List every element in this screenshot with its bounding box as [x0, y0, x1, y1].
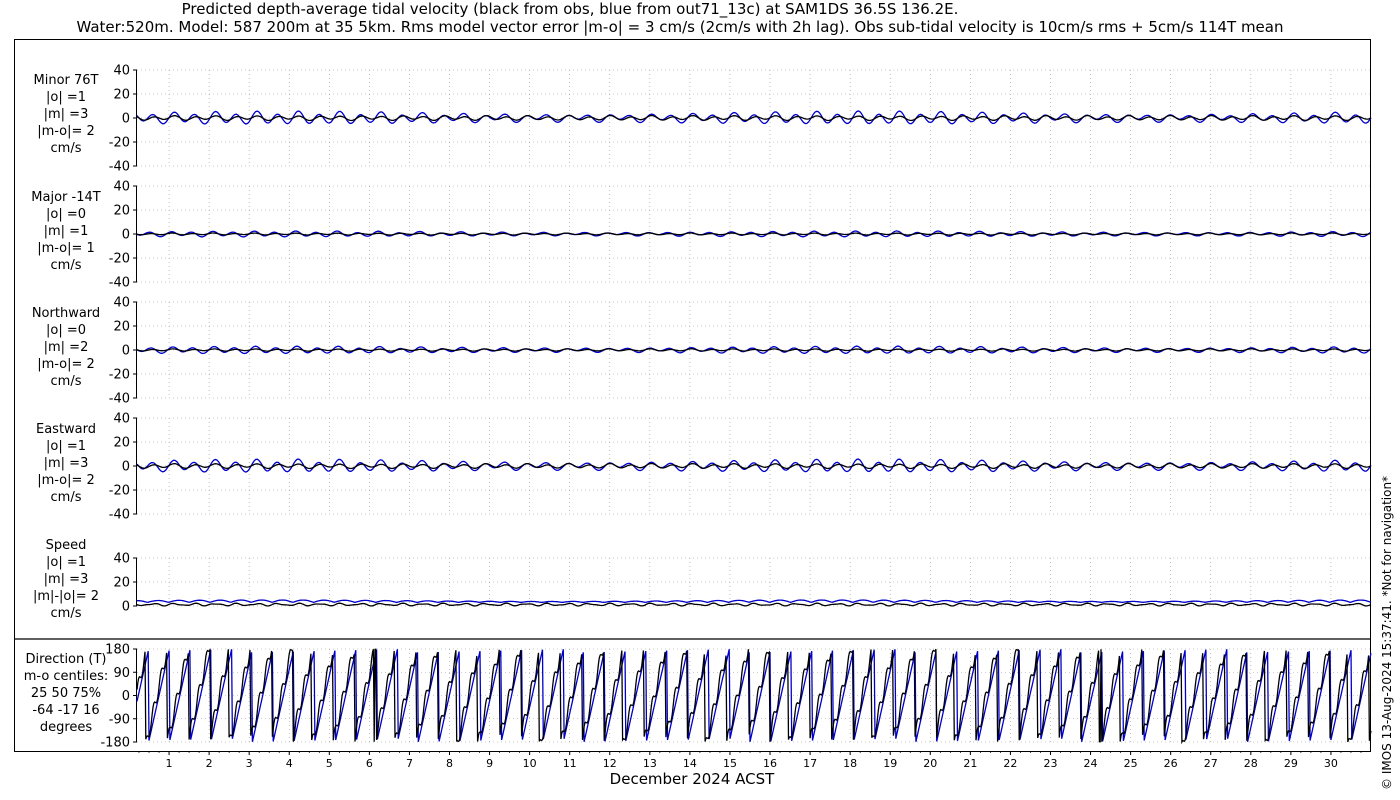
y-tick-label: 0 [122, 228, 130, 243]
panel-label-speed: cm/s [51, 606, 82, 621]
x-tick-label: 29 [1284, 757, 1298, 770]
x-tick-label: 22 [1003, 757, 1017, 770]
y-tick-label: 40 [113, 552, 130, 567]
panel-label-major: cm/s [51, 258, 82, 273]
y-tick-label: 0 [122, 344, 130, 359]
panel-label-direction: -64 -17 16 [32, 703, 99, 718]
x-tick-label: 4 [286, 757, 293, 770]
x-tick-label: 15 [723, 757, 737, 770]
y-tick-label: -20 [109, 252, 130, 267]
x-tick-label: 25 [1124, 757, 1138, 770]
series-model-speed [137, 599, 1372, 604]
panel-label-direction: Direction (T) [26, 652, 107, 667]
y-tick-label: 40 [113, 412, 130, 427]
y-tick-label: -20 [109, 368, 130, 383]
y-tick-label: 20 [113, 436, 130, 451]
y-tick-label: 90 [113, 666, 130, 681]
panel-label-east: cm/s [51, 490, 82, 505]
panel-label-minor: |o| =1 [46, 90, 86, 105]
y-tick-label: 20 [113, 320, 130, 335]
x-tick-label: 27 [1204, 757, 1218, 770]
panel-label-north: Northward [32, 306, 100, 321]
panel-label-north: |o| =0 [46, 323, 86, 338]
panel-label-direction: 25 50 75% [31, 686, 101, 701]
x-tick-label: 12 [603, 757, 617, 770]
x-tick-label: 30 [1324, 757, 1338, 770]
panel-label-direction: m-o centiles: [24, 669, 109, 684]
panel-label-speed: Speed [46, 538, 87, 553]
x-tick-label: 14 [683, 757, 697, 770]
x-tick-label: 13 [643, 757, 657, 770]
x-tick-label: 16 [763, 757, 777, 770]
y-tick-label: 0 [122, 600, 130, 615]
panel-label-north: |m| =2 [44, 340, 89, 355]
x-tick-label: 7 [406, 757, 413, 770]
y-tick-label: 40 [113, 64, 130, 79]
x-tick-label: 18 [843, 757, 857, 770]
panel-label-east: |m-o|= 2 [37, 473, 95, 488]
x-tick-label: 24 [1084, 757, 1098, 770]
panel-label-north: |m-o|= 2 [37, 357, 95, 372]
y-tick-label: -20 [109, 484, 130, 499]
panel-label-speed: |m| =3 [44, 572, 89, 587]
x-tick-label: 17 [803, 757, 817, 770]
y-tick-label: 180 [105, 643, 130, 658]
y-tick-label: -180 [100, 736, 130, 751]
chart-frame [14, 39, 1371, 752]
panel-label-minor: |m-o|= 2 [37, 124, 95, 139]
y-tick-label: 0 [122, 460, 130, 475]
x-tick-label: 11 [563, 757, 577, 770]
x-tick-label: 5 [326, 757, 333, 770]
panel-label-major: Major -14T [31, 190, 100, 205]
y-tick-label: 0 [122, 689, 130, 704]
panel-label-east: |o| =1 [46, 439, 86, 454]
y-tick-label: 20 [113, 576, 130, 591]
x-tick-label: 26 [1164, 757, 1178, 770]
x-tick-label: 19 [883, 757, 897, 770]
panel-label-north: cm/s [51, 374, 82, 389]
panel-label-minor: Minor 76T [34, 73, 99, 88]
x-tick-label: 20 [923, 757, 937, 770]
y-tick-label: -40 [109, 276, 130, 291]
panel-label-speed: |o| =1 [46, 555, 86, 570]
x-tick-label: 2 [206, 757, 213, 770]
x-axis-label: December 2024 ACST [610, 770, 775, 788]
x-tick-label: 28 [1244, 757, 1258, 770]
panel-label-minor: |m| =3 [44, 107, 89, 122]
x-tick-label: 21 [963, 757, 977, 770]
y-tick-label: -90 [109, 712, 130, 727]
y-tick-label: 40 [113, 296, 130, 311]
copyright-notice: © IMOS 13-Aug-2024 15:37:41. *Not for na… [1380, 475, 1394, 790]
tidal-velocity-chart: 1 2 3 4 5 6 7 8 9 10 11 12 13 14 15 16 17 18 19 20 21 22 23 24 2… [14, 39, 1372, 788]
panel-label-major: |m| =1 [44, 224, 89, 239]
panel-label-direction: degrees [40, 720, 93, 735]
panel-label-minor: cm/s [51, 141, 82, 156]
panel-label-east: Eastward [36, 422, 96, 437]
x-tick-label: 9 [486, 757, 493, 770]
y-tick-label: 40 [113, 180, 130, 195]
y-tick-label: -40 [109, 508, 130, 523]
x-tick-label: 1 [166, 757, 173, 770]
panel-label-east: |m| =3 [44, 456, 89, 471]
x-tick-label: 23 [1043, 757, 1057, 770]
y-tick-label: -40 [109, 160, 130, 175]
y-tick-label: 20 [113, 88, 130, 103]
y-tick-label: 0 [122, 112, 130, 127]
y-tick-label: -20 [109, 136, 130, 151]
y-tick-label: -40 [109, 392, 130, 407]
x-tick-label: 10 [523, 757, 537, 770]
x-tick-label: 6 [366, 757, 373, 770]
x-tick-label: 8 [446, 757, 453, 770]
panel-label-speed: |m|-|o|= 2 [33, 589, 99, 604]
x-tick-label: 3 [246, 757, 253, 770]
series-obs-speed [136, 602, 1372, 607]
y-tick-label: 20 [113, 204, 130, 219]
panel-label-major: |m-o|= 1 [37, 241, 95, 256]
panel-label-major: |o| =0 [46, 207, 86, 222]
